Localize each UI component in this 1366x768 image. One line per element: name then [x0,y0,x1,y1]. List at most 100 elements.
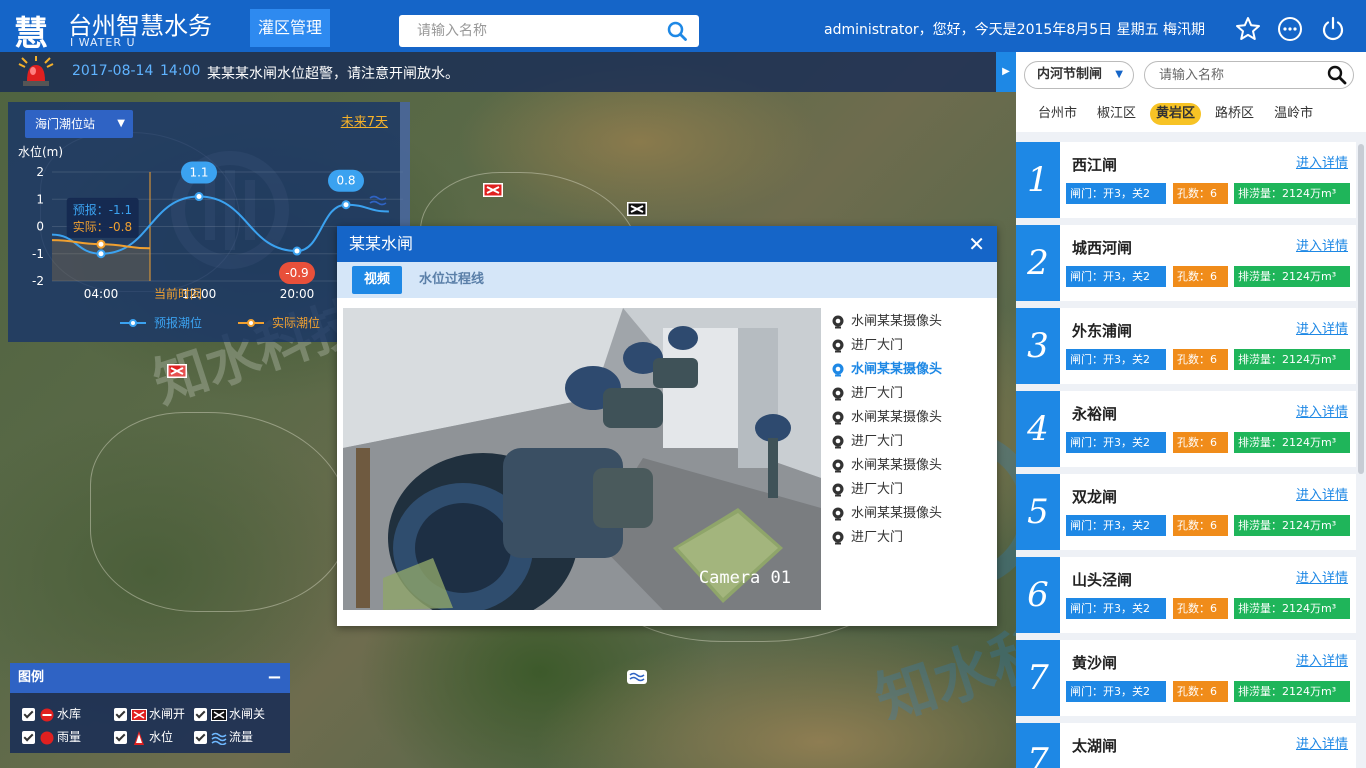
legend-checkbox[interactable] [114,708,127,721]
camera-pin-icon [832,507,844,521]
gate-open-marker[interactable] [167,364,187,378]
gate-rank: 3 [1016,308,1060,384]
enter-detail-link[interactable]: 进入详情 [1296,152,1348,171]
header-search-input[interactable] [399,15,649,47]
enter-detail-link[interactable]: 进入详情 [1296,733,1348,752]
gate-closed-marker[interactable] [627,202,647,216]
water-level-icon [134,730,144,745]
star-icon[interactable] [1235,16,1261,42]
gate-card[interactable]: 7 太湖闸 进入详情 [1016,723,1356,768]
camera-list-item[interactable]: 水闸某某摄像头 [831,358,991,382]
collapse-right-panel-button[interactable]: ▶ [996,52,1016,92]
close-icon[interactable]: ✕ [968,226,985,262]
camera-pin-icon [832,459,844,473]
legend-collapse-button[interactable]: − [267,663,282,693]
y-axis-label: 水位(m) [18,144,63,159]
peak-label: -0.9 [285,266,308,280]
gate-flow-badge: 排涝量：2124万m³ [1234,515,1350,536]
flow-icon [369,195,387,206]
irrigation-management-button[interactable]: 灌区管理 [250,9,330,47]
alarm-siren-icon [18,56,54,86]
camera-list-item[interactable]: 进厂大门 [831,526,991,550]
district-tab[interactable]: 台州市 [1032,103,1083,125]
legend-checkbox[interactable] [22,708,35,721]
legend-item-gate-open[interactable]: 水闸开 [114,704,185,724]
legend-marker [247,319,255,327]
enter-detail-link[interactable]: 进入详情 [1296,401,1348,420]
legend-item-reservoir[interactable]: 水库 [22,704,81,724]
gate-holes-badge: 孔数：6 [1173,681,1228,702]
gate-card[interactable]: 4 永裕闸 进入详情 闸门：开3，关2 孔数：6 排涝量：2124万m³ [1016,391,1356,467]
station-select[interactable]: 海门潮位站 ▼ [25,110,133,138]
alert-time: 14:00 [160,63,201,79]
tab-water-level-curve[interactable]: 水位过程线 [407,266,496,294]
camera-list-item[interactable]: 进厂大门 [831,334,991,358]
legend-checkbox[interactable] [194,731,207,744]
gate-holes-badge: 孔数：6 [1173,183,1228,204]
alert-bar: 2017-08-14 14:00 某某某水闸水位超警，请注意开闸放水。 [0,52,996,92]
gate-card[interactable]: 6 山头泾闸 进入详情 闸门：开3，关2 孔数：6 排涝量：2124万m³ [1016,557,1356,633]
data-point [96,249,106,259]
legend-item-flow[interactable]: 流量 [194,727,253,747]
gate-flow-badge: 排涝量：2124万m³ [1234,349,1350,370]
legend-item-water-level[interactable]: 水位 [114,727,173,747]
legend-checkbox[interactable] [114,731,127,744]
camera-list-item[interactable]: 水闸某某摄像头 [831,310,991,334]
gate-card[interactable]: 1 西江闸 进入详情 闸门：开3，关2 孔数：6 排涝量：2124万m³ [1016,142,1356,218]
camera-list-item[interactable]: 进厂大门 [831,382,991,406]
gate-flow-badge: 排涝量：2124万m³ [1234,183,1350,204]
gate-card[interactable]: 5 双龙闸 进入详情 闸门：开3，关2 孔数：6 排涝量：2124万m³ [1016,474,1356,550]
gate-name: 西江闸 [1072,156,1118,174]
enter-detail-link[interactable]: 进入详情 [1296,650,1348,669]
gate-status-badge: 闸门：开3，关2 [1066,432,1166,453]
camera-video-feed[interactable]: Camera 01 [343,308,821,610]
camera-list: 水闸某某摄像头 进厂大门 水闸某某摄像头 进厂大门 水闸某某摄像头 进厂大门 水闸某某摄像头… [831,310,991,550]
enter-detail-link[interactable]: 进入详情 [1296,318,1348,337]
gate-status-badge: 闸门：开3，关2 [1066,349,1166,370]
search-icon[interactable] [667,21,687,41]
search-icon[interactable] [1327,65,1347,85]
flow-marker[interactable] [627,670,647,684]
camera-list-item[interactable]: 进厂大门 [831,430,991,454]
camera-list-item[interactable]: 水闸某某摄像头 [831,406,991,430]
district-tab[interactable]: 黄岩区 [1150,103,1202,125]
gate-flow-badge: 排涝量：2124万m³ [1234,681,1350,702]
camera-list-label: 进厂大门 [851,530,904,545]
legend-marker [129,319,137,327]
map-legend: 图例 − 水库 水闸开 水闸关 雨量 水位 流量 [10,663,290,753]
future-7-days-link[interactable]: 未来7天 [341,111,388,130]
camera-list-item[interactable]: 进厂大门 [831,478,991,502]
gate-status-badge: 闸门：开3，关2 [1066,515,1166,536]
camera-pin-icon [832,387,844,401]
camera-pin-icon [832,339,844,353]
district-tab[interactable]: 椒江区 [1091,103,1142,125]
reservoir-icon [40,708,54,721]
district-tab[interactable]: 路桥区 [1209,103,1260,125]
gate-search-input[interactable] [1145,62,1305,88]
camera-pin-icon [832,531,844,545]
gate-card[interactable]: 3 外东浦闸 进入详情 闸门：开3，关2 孔数：6 排涝量：2124万m³ [1016,308,1356,384]
district-tab[interactable]: 温岭市 [1268,103,1319,125]
gate-name: 永裕闸 [1072,405,1118,423]
legend-item-gate-closed[interactable]: 水闸关 [194,704,265,724]
gate-list-scrollbar[interactable] [1358,144,1364,474]
power-icon[interactable] [1320,16,1346,42]
gate-flow-badge: 排涝量：2124万m³ [1234,266,1350,287]
gate-type-select[interactable]: 内河节制闸 ▼ [1024,61,1134,89]
legend-checkbox[interactable] [22,731,35,744]
camera-list-item[interactable]: 水闸某某摄像头 [831,502,991,526]
station-select-value: 海门潮位站 [35,117,96,131]
more-icon[interactable] [1277,16,1303,42]
tab-video[interactable]: 视频 [352,266,403,294]
camera-list-item[interactable]: 水闸某某摄像头 [831,454,991,478]
camera-list-label: 水闸某某摄像头 [851,458,943,473]
enter-detail-link[interactable]: 进入详情 [1296,484,1348,503]
legend-item-rainfall[interactable]: 雨量 [22,727,81,747]
gate-card[interactable]: 2 城西河闸 进入详情 闸门：开3，关2 孔数：6 排涝量：2124万m³ [1016,225,1356,301]
gate-name: 双龙闸 [1072,488,1118,506]
gate-card[interactable]: 7 黄沙闸 进入详情 闸门：开3，关2 孔数：6 排涝量：2124万m³ [1016,640,1356,716]
legend-checkbox[interactable] [194,708,207,721]
gate-open-marker[interactable] [483,183,503,197]
enter-detail-link[interactable]: 进入详情 [1296,567,1348,586]
enter-detail-link[interactable]: 进入详情 [1296,235,1348,254]
